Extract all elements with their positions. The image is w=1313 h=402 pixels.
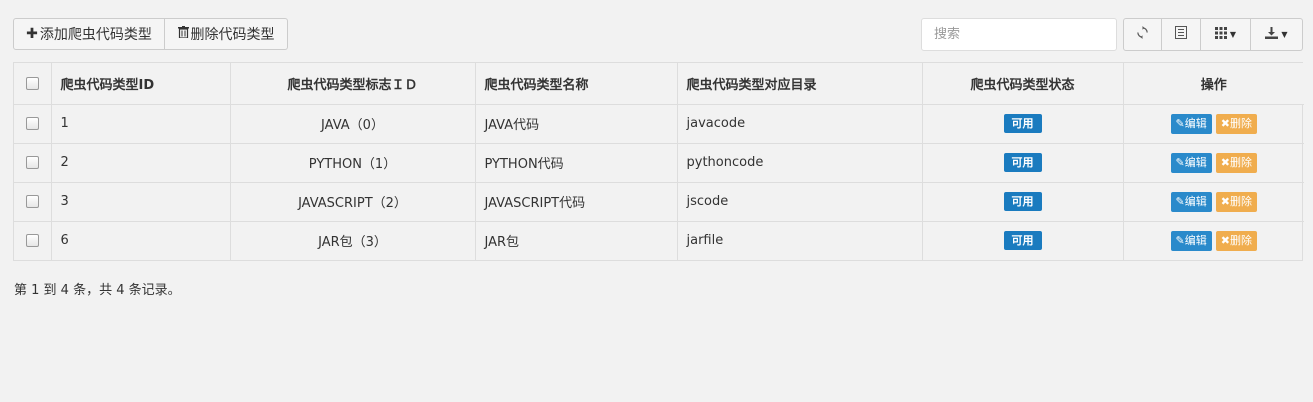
close-icon: ✖ xyxy=(1220,233,1230,247)
code-type-table: 爬虫代码类型ID 爬虫代码类型标志ＩＤ 爬虫代码类型名称 爬虫代码类型对应目录 … xyxy=(13,62,1304,261)
delete-label: 删除 xyxy=(1229,233,1252,247)
add-code-type-button[interactable]: ✚ 添加爬虫代码类型 xyxy=(13,18,165,50)
cell-actions: ✎编辑 ✖删除 xyxy=(1123,104,1304,144)
row-select-cell xyxy=(14,221,52,260)
column-header-name[interactable]: 爬虫代码类型名称 xyxy=(475,63,678,105)
action-button-group: ✚ 添加爬虫代码类型 删除代码类型 xyxy=(13,18,288,50)
close-icon: ✖ xyxy=(1220,116,1230,130)
column-header-dir[interactable]: 爬虫代码类型对应目录 xyxy=(677,63,923,105)
table-tools: ▼ ▼ xyxy=(921,18,1303,51)
trash-icon xyxy=(177,26,189,42)
delete-button[interactable]: ✖删除 xyxy=(1215,191,1257,212)
table-row: 3 JAVASCRIPT（2） JAVASCRIPT代码 jscode 可用 ✎… xyxy=(14,182,1304,222)
edit-button[interactable]: ✎编辑 xyxy=(1170,152,1212,173)
cell-name: JAVA代码 xyxy=(475,104,678,144)
delete-code-type-button[interactable]: 删除代码类型 xyxy=(165,18,288,50)
select-all-checkbox[interactable] xyxy=(25,76,39,90)
cell-name: JAVASCRIPT代码 xyxy=(475,182,678,222)
search-input[interactable] xyxy=(921,18,1117,51)
cell-id: 2 xyxy=(51,143,231,183)
tool-button-group: ▼ ▼ xyxy=(1123,18,1303,51)
cell-actions: ✎编辑 ✖删除 xyxy=(1123,221,1304,260)
cell-status: 可用 xyxy=(922,104,1124,144)
edit-button[interactable]: ✎编辑 xyxy=(1170,191,1212,212)
delete-label: 删除 xyxy=(1229,155,1252,169)
columns-button[interactable]: ▼ xyxy=(1201,18,1251,51)
delete-button[interactable]: ✖删除 xyxy=(1215,152,1257,173)
column-header-id[interactable]: 爬虫代码类型ID xyxy=(51,63,231,105)
chevron-down-icon: ▼ xyxy=(1281,30,1288,39)
cell-name: JAR包 xyxy=(475,221,678,260)
add-code-type-label: 添加爬虫代码类型 xyxy=(39,27,152,43)
edit-label: 编辑 xyxy=(1184,155,1207,169)
refresh-button[interactable] xyxy=(1123,18,1162,51)
status-badge: 可用 xyxy=(1003,231,1042,251)
status-badge: 可用 xyxy=(1003,153,1042,172)
cell-id: 1 xyxy=(51,104,231,144)
refresh-icon xyxy=(1136,26,1149,43)
list-toggle-button[interactable] xyxy=(1162,18,1201,51)
select-all-header xyxy=(14,63,52,105)
row-select-cell xyxy=(14,104,52,144)
columns-icon xyxy=(1214,26,1227,43)
chevron-down-icon: ▼ xyxy=(1229,30,1237,39)
column-header-actions: 操作 xyxy=(1123,63,1304,105)
cell-status: 可用 xyxy=(922,182,1124,222)
row-select-cell xyxy=(14,182,52,222)
table-row: 6 JAR包（3） JAR包 jarfile 可用 ✎编辑 ✖删除 xyxy=(14,221,1304,260)
edit-icon: ✎ xyxy=(1175,233,1185,247)
delete-label: 删除 xyxy=(1229,194,1252,208)
edit-button[interactable]: ✎编辑 xyxy=(1170,230,1212,251)
table-row: 1 JAVA（0） JAVA代码 javacode 可用 ✎编辑 ✖删除 xyxy=(14,104,1304,144)
cell-flag: JAVASCRIPT（2） xyxy=(230,182,476,222)
status-badge: 可用 xyxy=(1003,192,1042,211)
export-icon xyxy=(1265,26,1279,43)
cell-id: 6 xyxy=(51,221,231,260)
close-icon: ✖ xyxy=(1220,194,1230,208)
cell-dir: pythoncode xyxy=(677,143,923,183)
cell-dir: jscode xyxy=(677,182,923,222)
row-checkbox[interactable] xyxy=(25,234,39,248)
delete-code-type-label: 删除代码类型 xyxy=(190,27,275,43)
edit-label: 编辑 xyxy=(1184,233,1207,247)
edit-label: 编辑 xyxy=(1184,116,1207,130)
cell-name: PYTHON代码 xyxy=(475,143,678,183)
status-badge: 可用 xyxy=(1003,114,1042,133)
export-button[interactable]: ▼ xyxy=(1251,18,1303,51)
row-checkbox[interactable] xyxy=(25,195,39,208)
table-header-row: 爬虫代码类型ID 爬虫代码类型标志ＩＤ 爬虫代码类型名称 爬虫代码类型对应目录 … xyxy=(14,63,1304,105)
row-select-cell xyxy=(14,143,52,183)
cell-actions: ✎编辑 ✖删除 xyxy=(1123,143,1304,183)
delete-button[interactable]: ✖删除 xyxy=(1215,230,1257,251)
column-header-flag[interactable]: 爬虫代码类型标志ＩＤ xyxy=(230,63,476,105)
cell-actions: ✎编辑 ✖删除 xyxy=(1123,182,1304,222)
row-checkbox[interactable] xyxy=(25,117,39,130)
cell-flag: PYTHON（1） xyxy=(230,143,476,183)
delete-button[interactable]: ✖删除 xyxy=(1215,113,1257,134)
edit-button[interactable]: ✎编辑 xyxy=(1170,113,1212,134)
plus-icon: ✚ xyxy=(26,26,38,42)
cell-status: 可用 xyxy=(922,221,1124,260)
cell-flag: JAR包（3） xyxy=(230,221,476,260)
table-row: 2 PYTHON（1） PYTHON代码 pythoncode 可用 ✎编辑 ✖删… xyxy=(14,143,1304,183)
delete-label: 删除 xyxy=(1229,116,1252,130)
edit-icon: ✎ xyxy=(1175,155,1185,169)
cell-dir: jarfile xyxy=(677,221,923,260)
cell-flag: JAVA（0） xyxy=(230,104,476,144)
list-toggle-icon xyxy=(1175,26,1187,43)
toolbar: ✚ 添加爬虫代码类型 删除代码类型 搜索 ▼ ▼ xyxy=(13,18,1303,52)
cell-id: 3 xyxy=(51,182,231,222)
edit-icon: ✎ xyxy=(1175,194,1185,208)
cell-status: 可用 xyxy=(922,143,1124,183)
edit-label: 编辑 xyxy=(1184,194,1207,208)
edit-icon: ✎ xyxy=(1175,116,1185,130)
column-header-status[interactable]: 爬虫代码类型状态 xyxy=(922,63,1124,105)
close-icon: ✖ xyxy=(1220,155,1230,169)
pagination-summary: 第 1 到 4 条，共 4 条记录。 xyxy=(14,283,181,298)
cell-dir: javacode xyxy=(677,104,923,144)
row-checkbox[interactable] xyxy=(25,156,39,169)
